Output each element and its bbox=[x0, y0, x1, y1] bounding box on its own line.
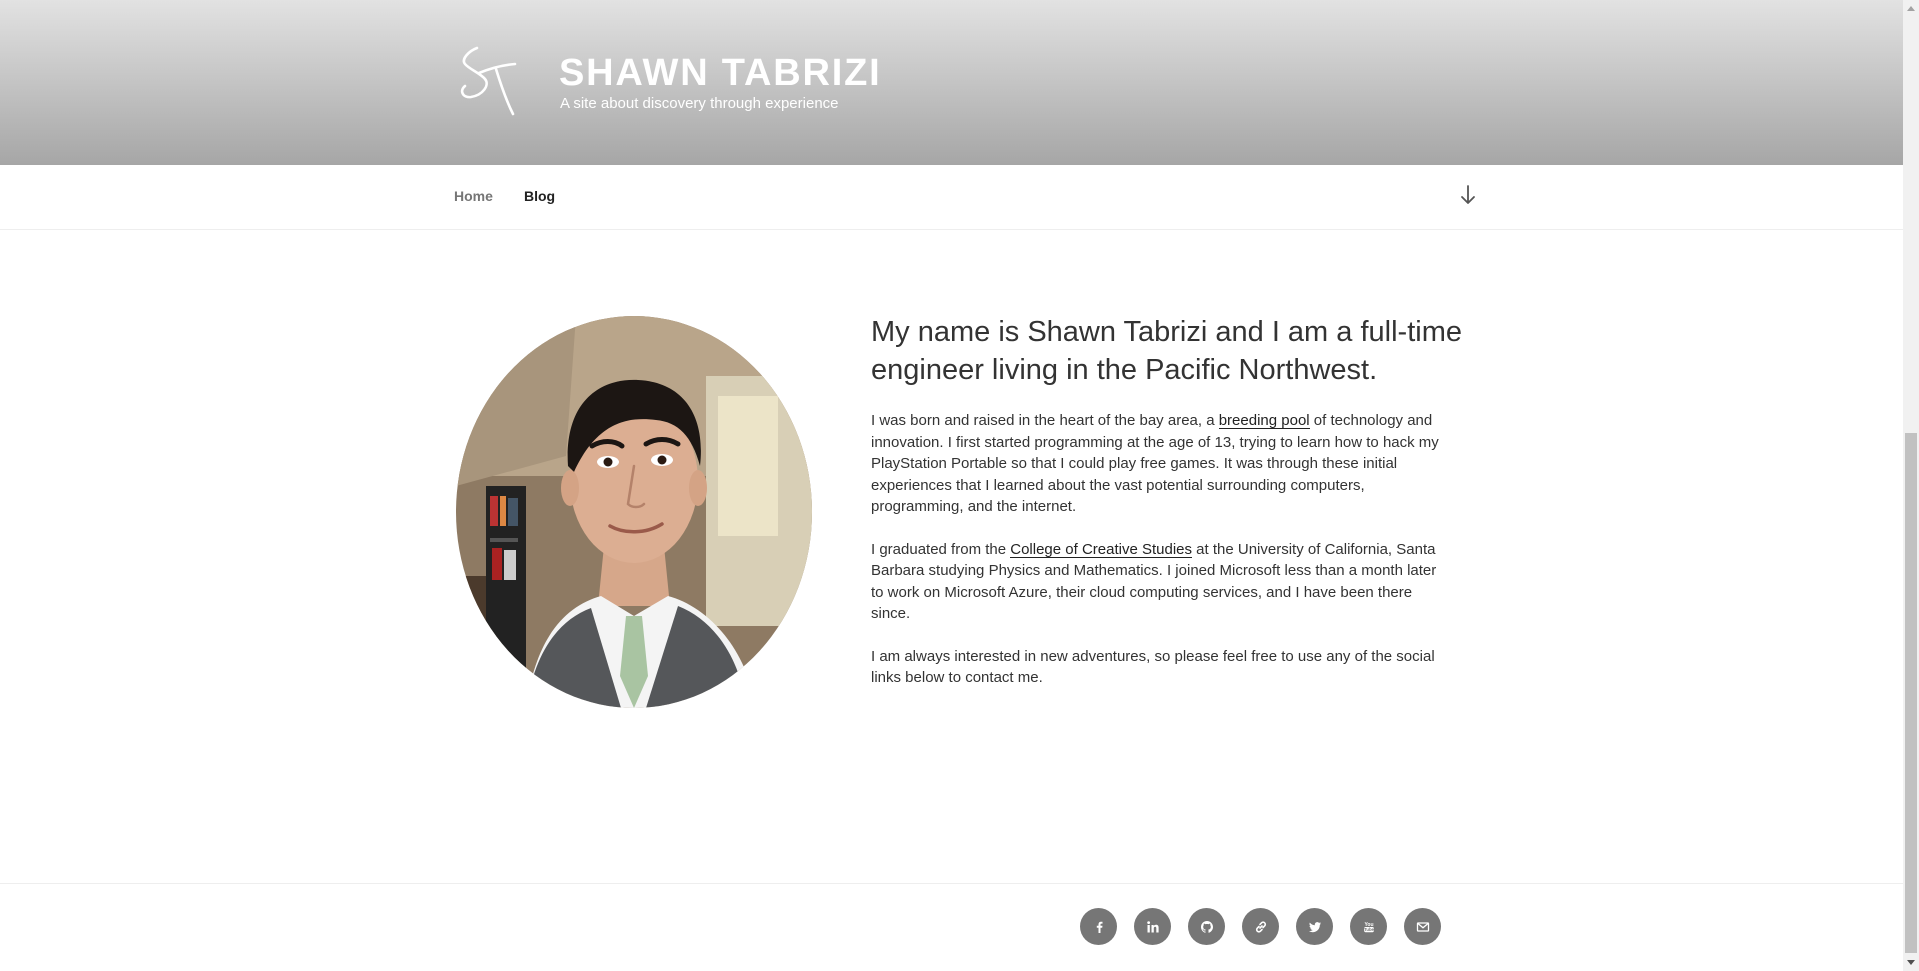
youtube-button[interactable]: You Tube bbox=[1350, 908, 1387, 945]
page: SHAWN TABRIZI A site about discovery thr… bbox=[0, 0, 1903, 971]
paragraph-contact: I am always interested in new adventures… bbox=[871, 647, 1435, 687]
arrow-down-icon[interactable] bbox=[1459, 183, 1477, 207]
site-footer: You Tube bbox=[0, 883, 1903, 971]
paragraph-bay-area: I was born and raised in the heart of th… bbox=[871, 410, 1446, 518]
site-header: SHAWN TABRIZI A site about discovery thr… bbox=[0, 0, 1903, 165]
link-icon bbox=[1255, 920, 1266, 933]
github-icon bbox=[1200, 920, 1213, 933]
paragraph-education: I graduated from the College of Creative… bbox=[871, 539, 1446, 625]
youtube-icon: YouTube bbox=[1364, 922, 1374, 932]
paragraph-text: I was born and raised in the heart of th… bbox=[871, 412, 1219, 429]
vertical-scrollbar[interactable] bbox=[1903, 0, 1919, 971]
svg-text:Tube: Tube bbox=[1364, 927, 1374, 932]
scrollbar-thumb[interactable] bbox=[1905, 433, 1917, 953]
caret-down-icon bbox=[1907, 960, 1915, 965]
intro-heading: My name is Shawn Tabrizi and I am a full… bbox=[871, 316, 1462, 386]
paragraph-text: I graduated from the bbox=[871, 540, 1011, 558]
facebook-icon bbox=[1096, 921, 1102, 933]
scroll-down-button[interactable] bbox=[1903, 954, 1919, 971]
site-title[interactable]: SHAWN TABRIZI bbox=[559, 50, 881, 96]
profile-photo bbox=[456, 316, 812, 708]
email-button[interactable] bbox=[1404, 908, 1441, 945]
caret-up-icon bbox=[1907, 6, 1915, 11]
linkedin-icon bbox=[1146, 920, 1159, 932]
linkedin-button[interactable] bbox=[1134, 908, 1171, 945]
email-icon bbox=[1416, 921, 1429, 932]
nav-item-blog[interactable]: Blog bbox=[524, 186, 555, 206]
twitter-button[interactable] bbox=[1296, 908, 1333, 945]
college-of-creative-studies-link[interactable]: College of Creative Studies bbox=[1010, 541, 1192, 558]
twitter-icon bbox=[1308, 921, 1321, 932]
social-links: You Tube bbox=[1080, 908, 1441, 945]
st-signature-logo-icon[interactable] bbox=[455, 42, 535, 122]
site-description: A site about discovery through experienc… bbox=[560, 95, 839, 112]
scroll-up-button[interactable] bbox=[1903, 0, 1919, 17]
nav-item-home[interactable]: Home bbox=[454, 186, 493, 206]
intro-body: I was born and raised in the heart of th… bbox=[871, 410, 1446, 710]
website-link-button[interactable] bbox=[1242, 908, 1279, 945]
main-navigation: Home Blog bbox=[0, 165, 1903, 230]
breeding-pool-link[interactable]: breeding pool bbox=[1219, 412, 1310, 429]
github-button[interactable] bbox=[1188, 908, 1225, 945]
facebook-button[interactable] bbox=[1080, 908, 1117, 945]
profile-photo-illustration bbox=[456, 316, 812, 708]
